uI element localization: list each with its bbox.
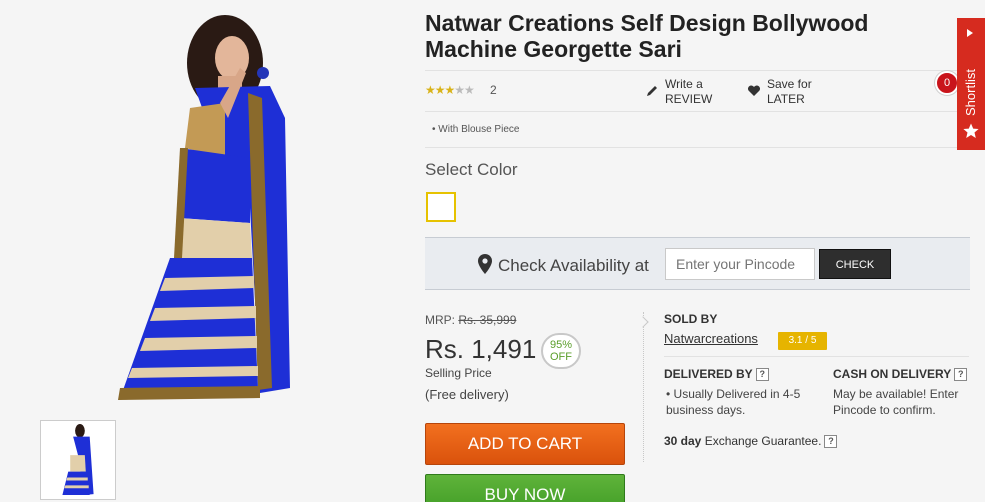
star-empty-icon: ★★ <box>454 83 474 97</box>
shortlist-count-badge[interactable]: 0 <box>935 71 959 95</box>
divider <box>664 356 969 357</box>
arrow-right-icon <box>967 29 973 37</box>
separator-arrow-icon <box>637 316 649 328</box>
mrp: MRP: Rs. 35,999 <box>425 313 516 327</box>
write-review-link[interactable]: Write a REVIEW <box>647 77 713 107</box>
feature-bullet-text: With Blouse Piece <box>438 124 520 135</box>
save-for-later-link[interactable]: Save for LATER <box>747 77 812 107</box>
delivered-by-label: DELIVERED BY <box>664 367 753 381</box>
shortlist-label: Shortlist <box>963 69 978 116</box>
save-for-later-line2: LATER <box>767 92 805 106</box>
check-button[interactable]: CHECK <box>819 249 891 279</box>
shortlist-tab[interactable]: Shortlist <box>957 18 985 150</box>
cod-detail: May be available! Enter Pincode to confi… <box>833 387 959 417</box>
delivered-by-detail: Usually Delivered in 4-5 business days. <box>666 387 801 417</box>
cash-on-delivery: CASH ON DELIVERY? <box>833 367 968 381</box>
discount-percent: 95% <box>549 339 573 351</box>
product-title: Natwar Creations Self Design Bollywood M… <box>425 10 869 62</box>
delivered-by: DELIVERED BY? <box>664 367 769 381</box>
pencil-icon <box>647 86 657 96</box>
heart-icon <box>747 85 761 96</box>
mrp-label: MRP: <box>425 313 455 327</box>
seller-rating-badge: 3.1 / 5 <box>778 332 827 350</box>
select-color-label: Select Color <box>425 160 518 179</box>
availability-label: Check Availability at <box>498 256 649 275</box>
availability-bar: Check Availability at CHECK <box>425 237 970 290</box>
delivered-by-text: • Usually Delivered in 4-5 business days… <box>666 386 826 418</box>
bullet-dot-icon: • <box>432 124 436 135</box>
exchange-days: 30 day <box>664 434 702 448</box>
selling-price-label: Selling Price <box>425 366 492 380</box>
buy-now-button[interactable]: BUY NOW <box>425 474 625 502</box>
exchange-text: Exchange Guarantee. <box>701 434 822 448</box>
write-review-line2: REVIEW <box>665 92 713 106</box>
product-thumbnail[interactable] <box>40 420 116 500</box>
star-icon <box>963 123 979 138</box>
feature-bullet: • With Blouse Piece <box>432 124 519 135</box>
help-icon[interactable]: ? <box>954 368 968 381</box>
cod-label: CASH ON DELIVERY <box>833 367 952 381</box>
add-to-cart-button[interactable]: ADD TO CART <box>425 423 625 465</box>
sold-by-label: SOLD BY <box>664 312 718 326</box>
map-pin-icon <box>478 254 492 274</box>
discount-badge: 95% OFF <box>541 333 581 369</box>
save-for-later-line1: Save for <box>767 77 812 91</box>
help-icon[interactable]: ? <box>755 368 769 381</box>
rating-actions-row: ★★★★★ 2 Write a REVIEW Save for LATER 0 <box>425 70 970 112</box>
star-icon: ★★★ <box>425 83 455 97</box>
discount-label: OFF <box>550 351 572 363</box>
rating-count[interactable]: 2 <box>490 83 497 97</box>
seller-name-link[interactable]: Natwarcreations <box>664 331 758 346</box>
product-main-image[interactable] <box>100 8 310 413</box>
exchange-guarantee: 30 day Exchange Guarantee.? <box>664 434 838 448</box>
help-icon[interactable]: ? <box>824 435 838 448</box>
delivery-note: (Free delivery) <box>425 387 509 402</box>
vertical-separator <box>643 312 644 462</box>
selling-price-value: Rs. 1,491 <box>425 334 537 364</box>
divider <box>425 147 970 148</box>
rating-stars[interactable]: ★★★★★ <box>425 83 475 97</box>
color-swatch[interactable] <box>426 192 456 222</box>
write-review-line1: Write a <box>665 77 703 91</box>
pincode-input[interactable] <box>665 248 815 280</box>
bullet-dot-icon: • <box>666 387 671 401</box>
mrp-value: Rs. 35,999 <box>458 313 517 327</box>
